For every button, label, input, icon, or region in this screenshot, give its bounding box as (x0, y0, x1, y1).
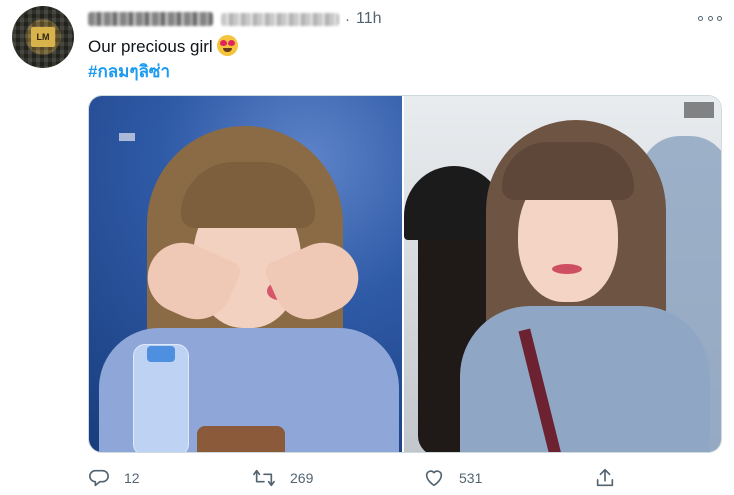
tweet-header: · 11h (88, 9, 382, 29)
like-count: 531 (459, 470, 483, 486)
photo-bangs (502, 142, 634, 200)
avatar[interactable]: LM (12, 6, 74, 68)
share-button[interactable] (594, 465, 616, 491)
timestamp[interactable]: 11h (356, 10, 382, 28)
avatar-logo: LM (31, 27, 55, 47)
photo-right[interactable] (404, 96, 721, 452)
heart-eyes-emoji-icon (216, 35, 238, 56)
watermark (684, 102, 714, 118)
tweet-text: Our precious girl (88, 35, 238, 58)
photo-lips (552, 264, 582, 274)
separator-dot: · (345, 10, 350, 28)
photo-bottle-cap (147, 346, 175, 362)
hashtag-link[interactable]: #กลมๆลิซ่า (88, 61, 170, 83)
photo-left[interactable] (89, 96, 404, 452)
like-button[interactable]: 531 (423, 465, 482, 491)
more-icon[interactable] (698, 10, 722, 26)
tweet-actions: 12 269 531 (88, 465, 628, 491)
reply-count: 12 (124, 470, 140, 486)
reply-button[interactable]: 12 (88, 465, 140, 491)
like-icon (425, 470, 443, 487)
photo-cup (197, 426, 285, 452)
handle-blurred[interactable] (221, 12, 339, 26)
share-icon (596, 468, 614, 487)
retweet-icon (253, 469, 275, 487)
retweet-button[interactable]: 269 (252, 465, 313, 491)
reply-icon (89, 469, 109, 487)
media-grid (88, 95, 722, 453)
display-name-blurred[interactable] (88, 12, 213, 26)
tweet: LM · 11h Our precious girl #กลมๆลิซ่า 12… (0, 0, 734, 495)
watermark (119, 133, 135, 141)
retweet-count: 269 (290, 470, 314, 486)
tweet-text-content: Our precious girl (88, 37, 213, 56)
photo-denim-jacket (460, 306, 710, 452)
